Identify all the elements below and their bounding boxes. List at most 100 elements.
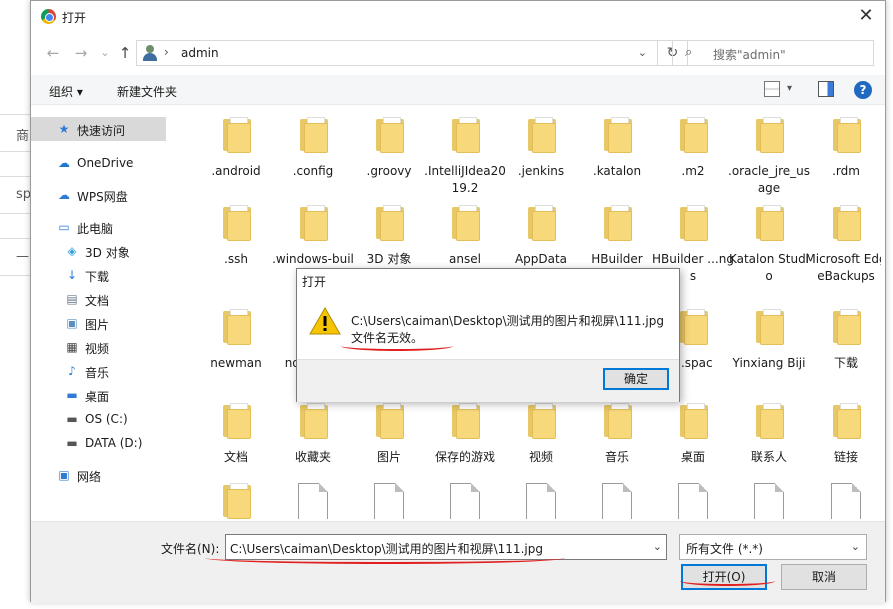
- file-item-label: 收藏夹: [294, 450, 331, 464]
- ok-button[interactable]: 确定: [603, 368, 669, 390]
- folder-icon: [221, 403, 253, 443]
- search-placeholder: 搜索"admin": [713, 48, 786, 62]
- search-input[interactable]: ⌕ 搜索"admin": [672, 40, 874, 66]
- file-item[interactable]: .oracle_jre_usage: [728, 105, 810, 195]
- address-bar[interactable]: › admin ⌄: [136, 40, 658, 66]
- sidebar-item[interactable]: ♪ 音乐: [31, 359, 166, 383]
- breadcrumb-separator[interactable]: ›: [164, 45, 169, 59]
- file-item[interactable]: 下载: [811, 297, 881, 387]
- sidebar-item-icon: ▣: [66, 316, 78, 330]
- sidebar-item-label: 音乐: [85, 366, 110, 380]
- file-item[interactable]: .jenkins: [506, 105, 576, 195]
- sidebar-item[interactable]: ▬ DATA (D:): [31, 431, 166, 455]
- folder-icon: [450, 403, 482, 443]
- file-item[interactable]: 保存的游戏: [430, 391, 500, 481]
- breadcrumb-admin[interactable]: admin: [181, 46, 219, 60]
- file-item[interactable]: Katalon Studio: [729, 193, 809, 283]
- error-box-body: C:\Users\caiman\Desktop\测试用的图片和视屏\111.jp…: [297, 295, 679, 359]
- sidebar-item[interactable]: ▤ 文档: [31, 287, 166, 311]
- filetype-select[interactable]: 所有文件 (*.*) ⌄: [679, 534, 867, 560]
- file-item-label: .jenkins: [517, 164, 565, 178]
- cancel-button[interactable]: 取消: [781, 564, 867, 590]
- file-item[interactable]: ...b...: [430, 471, 500, 519]
- document-icon: [831, 483, 863, 519]
- sidebar-item[interactable]: ☁ OneDrive: [31, 151, 166, 175]
- document-icon: [754, 483, 786, 519]
- sidebar-item-label: WPS网盘: [77, 190, 128, 204]
- view-options-icon[interactable]: [764, 81, 780, 97]
- file-item-label: Microsoft EdgeBackups: [805, 252, 881, 283]
- file-item[interactable]: ...i...st...d...: [658, 471, 728, 519]
- folder-icon: [678, 309, 710, 349]
- document-icon: [678, 483, 710, 519]
- new-folder-button[interactable]: 新建文件夹: [117, 83, 177, 100]
- file-item[interactable]: 链接: [811, 391, 881, 481]
- file-item[interactable]: 图片: [354, 391, 424, 481]
- sidebar-item[interactable]: ▣ 网络: [31, 463, 166, 487]
- file-item-label: ansel: [449, 252, 481, 266]
- sidebar-item[interactable]: ▬ 桌面: [31, 383, 166, 407]
- document-icon: [374, 483, 406, 519]
- file-item[interactable]: .android: [201, 105, 271, 195]
- file-item[interactable]: 桌面: [658, 391, 728, 481]
- chevron-down-icon[interactable]: ⌄: [653, 540, 662, 553]
- file-item-label: .m2: [681, 164, 705, 178]
- file-item[interactable]: 文档: [201, 391, 271, 481]
- forward-arrow-icon[interactable]: →: [71, 43, 91, 63]
- folder-icon: [831, 309, 863, 349]
- file-item[interactable]: NTUSER.D...: [734, 471, 804, 519]
- file-item[interactable]: Yinxiang Biji: [733, 297, 805, 387]
- chevron-down-icon[interactable]: ▾: [787, 83, 792, 94]
- file-item[interactable]: 联系人: [734, 391, 804, 481]
- file-item[interactable]: .ssh: [201, 193, 271, 283]
- sidebar-item[interactable]: ☁ WPS网盘: [31, 183, 166, 207]
- chevron-down-icon[interactable]: ⌄: [638, 46, 647, 59]
- file-item[interactable]: ...d...d...: [811, 471, 881, 519]
- sidebar-item[interactable]: ▬ OS (C:): [31, 407, 166, 431]
- file-item[interactable]: ...ti...f...: [354, 471, 424, 519]
- file-item[interactable]: 收藏夹: [278, 391, 348, 481]
- help-icon[interactable]: ?: [854, 81, 872, 99]
- sidebar-item[interactable]: ◈ 3D 对象: [31, 239, 166, 263]
- sidebar-item[interactable]: ★ 快速访问: [31, 117, 166, 141]
- file-item[interactable]: 8..62fd...: [506, 471, 576, 519]
- sidebar-item-label: OS (C:): [85, 412, 128, 426]
- file-item[interactable]: newman: [201, 297, 271, 387]
- file-item[interactable]: 20190214...: [582, 471, 652, 519]
- up-arrow-icon[interactable]: ↑: [115, 43, 135, 63]
- file-item[interactable]: .rdm: [811, 105, 881, 195]
- file-item[interactable]: 音乐: [582, 391, 652, 481]
- file-item-label: Katalon Studio: [728, 252, 810, 283]
- sidebar-item-icon: ☁: [58, 188, 70, 202]
- file-item[interactable]: .IntelliJIdea2019.2: [424, 105, 506, 195]
- folder-icon: [602, 403, 634, 443]
- file-item[interactable]: Microsoft EdgeBackups: [805, 193, 881, 283]
- file-item[interactable]: .katalon: [582, 105, 652, 195]
- file-item-label: AppData: [514, 252, 568, 266]
- sidebar-item[interactable]: ▭ 此电脑: [31, 215, 166, 239]
- preview-pane-icon[interactable]: [818, 81, 834, 97]
- sidebar-item[interactable]: ▦ 视频: [31, 335, 166, 359]
- file-item[interactable]: b...bb...: [278, 471, 348, 519]
- background-field: —: [0, 238, 34, 276]
- chrome-icon: [41, 9, 56, 24]
- chevron-down-icon[interactable]: ⌄: [851, 540, 860, 553]
- file-item[interactable]: .config: [278, 105, 348, 195]
- sidebar-item[interactable]: ↓ 下载: [31, 263, 166, 287]
- organize-button[interactable]: 组织 ▾: [49, 83, 83, 100]
- file-item[interactable]: 搜索: [201, 471, 271, 519]
- user-folder-icon: [143, 45, 157, 61]
- close-icon[interactable]: ✕: [855, 5, 877, 27]
- recent-locations-icon[interactable]: ⌄: [95, 43, 115, 63]
- folder-icon: [221, 205, 253, 245]
- file-item[interactable]: .m2: [658, 105, 728, 195]
- sidebar-item-icon: ▦: [66, 340, 78, 354]
- sidebar-item-label: 3D 对象: [85, 246, 130, 260]
- file-item[interactable]: 视频: [506, 391, 576, 481]
- folder-icon: [298, 403, 330, 443]
- sidebar-item[interactable]: ▣ 图片: [31, 311, 166, 335]
- back-arrow-icon[interactable]: ←: [43, 43, 63, 63]
- folder-icon: [754, 117, 786, 157]
- file-item[interactable]: .groovy: [354, 105, 424, 195]
- red-annotation-underline: [205, 552, 565, 564]
